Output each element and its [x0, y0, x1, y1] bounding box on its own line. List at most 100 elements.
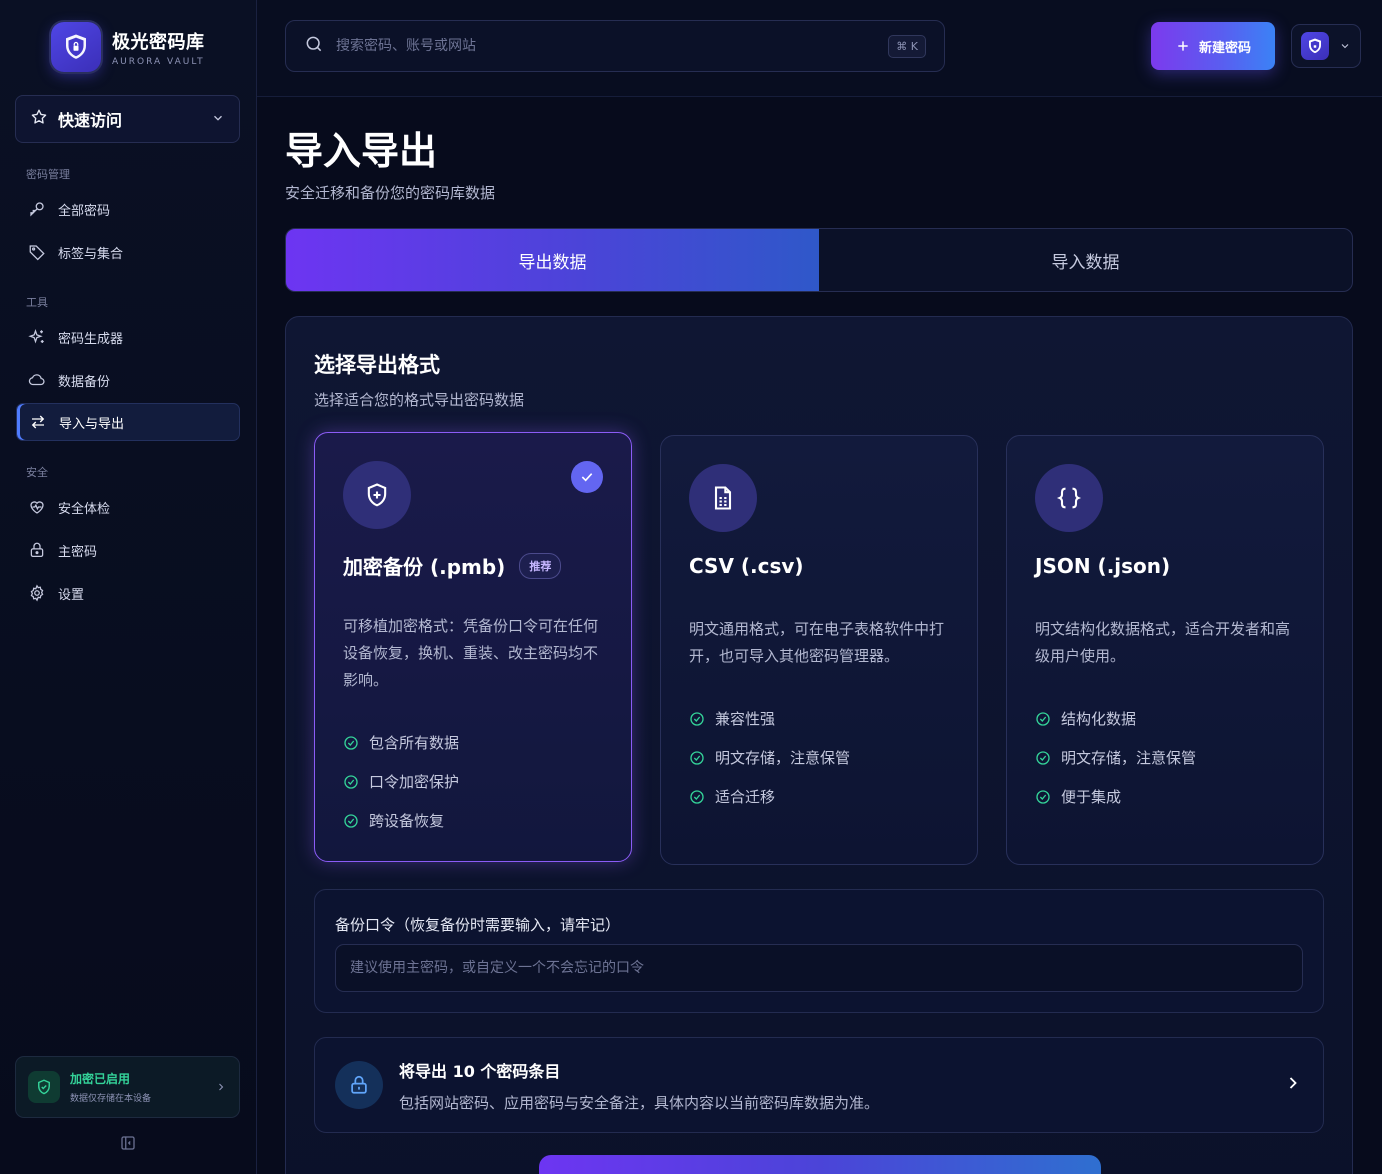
- feature-item: 包含所有数据: [343, 732, 459, 753]
- feature-label: 适合迁移: [715, 788, 776, 806]
- feature-item: 跨设备恢复: [343, 810, 444, 831]
- feature-item: 明文存储，注意保管: [1035, 747, 1196, 768]
- sidebar-item-tags[interactable]: 标签与集合: [16, 233, 240, 271]
- key-icon: [28, 200, 46, 218]
- star-icon: [30, 108, 48, 130]
- feature-label: 兼容性强: [715, 710, 776, 728]
- sidebar-item-label: 主密码: [58, 544, 98, 560]
- status-title: 加密已启用: [70, 1072, 131, 1086]
- export-summary-title: 将导出 10 个密码条目: [399, 1061, 561, 1081]
- sparkles-icon: [28, 328, 46, 346]
- feature-item: 明文存储，注意保管: [689, 747, 850, 768]
- export-panel: 选择导出格式 选择适合您的格式导出密码数据 加密备份 (.pmb) 推荐 可移植…: [285, 316, 1353, 1174]
- check-circle-icon: [1035, 750, 1051, 766]
- format-title-row: JSON (.json): [1035, 554, 1170, 578]
- feature-item: 兼容性强: [689, 708, 775, 729]
- export-button[interactable]: [539, 1155, 1101, 1174]
- encryption-status-card[interactable]: 加密已启用 数据仅存储在本设备: [15, 1056, 240, 1118]
- passphrase-input[interactable]: [335, 944, 1303, 992]
- feature-item: 口令加密保护: [343, 771, 459, 792]
- check-circle-icon: [1035, 789, 1051, 805]
- feature-label: 明文存储，注意保管: [1061, 749, 1197, 767]
- sidebar-item-label: 全部密码: [58, 203, 111, 219]
- sidebar-item-label: 安全体检: [58, 501, 111, 517]
- sidebar-item-health-check[interactable]: 安全体检: [16, 488, 240, 526]
- sidebar-item-import-export[interactable]: 导入与导出: [16, 403, 240, 441]
- sidebar-item-master-password[interactable]: 主密码: [16, 531, 240, 569]
- check-circle-icon: [343, 774, 359, 790]
- passphrase-section: 备份口令（恢复备份时需要输入，请牢记）: [314, 889, 1324, 1013]
- sidebar-item-label: 导入与导出: [59, 416, 125, 432]
- new-password-label: 新建密码: [1198, 39, 1251, 55]
- page-title: 导入导出: [285, 129, 438, 173]
- page-subtitle: 安全迁移和备份您的密码库数据: [285, 184, 496, 202]
- sidebar-item-backup[interactable]: 数据备份: [16, 361, 240, 399]
- braces-icon: [1035, 464, 1103, 532]
- brand-subtitle: AURORA VAULT: [112, 56, 205, 67]
- tab-bar: 导出数据 导入数据: [285, 228, 1353, 292]
- quick-access-label: 快速访问: [58, 111, 123, 130]
- arrows-swap-icon: [29, 413, 47, 431]
- chevron-right-icon: [215, 1078, 227, 1097]
- export-panel-subtitle: 选择适合您的格式导出密码数据: [314, 391, 525, 409]
- section-title-security: 安全: [26, 466, 48, 479]
- tag-icon: [28, 243, 46, 261]
- brand[interactable]: 极光密码库 AURORA VAULT: [51, 22, 205, 72]
- export-summary-row[interactable]: 将导出 10 个密码条目 包括网站密码、应用密码与安全备注，具体内容以当前密码库…: [314, 1037, 1324, 1133]
- format-card-pmb[interactable]: 加密备份 (.pmb) 推荐 可移植加密格式：凭备份口令可在任何设备恢复，换机、…: [314, 432, 632, 862]
- avatar: [1301, 32, 1329, 60]
- lock-icon: [28, 541, 46, 559]
- sidebar-item-label: 标签与集合: [58, 246, 124, 262]
- export-panel-title: 选择导出格式: [314, 353, 440, 377]
- passphrase-label: 备份口令（恢复备份时需要输入，请牢记）: [335, 916, 621, 934]
- feature-label: 跨设备恢复: [369, 812, 445, 830]
- feature-item: 便于集成: [1035, 786, 1121, 807]
- shield-check-icon: [28, 1071, 60, 1103]
- section-title-tools: 工具: [26, 296, 48, 309]
- section-title-password-mgmt: 密码管理: [26, 168, 70, 181]
- search-input[interactable]: [336, 38, 889, 54]
- sidebar-item-all-passwords[interactable]: 全部密码: [16, 190, 240, 228]
- check-circle-icon: [343, 735, 359, 751]
- lock-icon: [335, 1061, 383, 1109]
- tab-export[interactable]: 导出数据: [286, 229, 819, 291]
- sidebar-item-label: 数据备份: [58, 374, 111, 390]
- check-circle-icon: [689, 789, 705, 805]
- chevron-down-icon: [211, 110, 225, 129]
- spreadsheet-file-icon: [689, 464, 757, 532]
- format-card-csv[interactable]: CSV (.csv) 明文通用格式，可在电子表格软件中打开，也可导入其他密码管理…: [660, 435, 978, 865]
- sidebar-item-label: 设置: [58, 587, 85, 603]
- sidebar-item-label: 密码生成器: [58, 331, 124, 347]
- check-circle-icon: [1035, 711, 1051, 727]
- quick-access-dropdown[interactable]: 快速访问: [15, 95, 240, 143]
- tab-import[interactable]: 导入数据: [819, 229, 1352, 291]
- format-description: 明文通用格式，可在电子表格软件中打开，也可导入其他密码管理器。: [689, 620, 945, 665]
- check-circle-icon: [343, 813, 359, 829]
- plus-icon: [1178, 41, 1188, 51]
- new-password-button[interactable]: 新建密码: [1151, 22, 1275, 70]
- sidebar-item-generator[interactable]: 密码生成器: [16, 318, 240, 356]
- feature-label: 便于集成: [1061, 788, 1122, 806]
- feature-label: 明文存储，注意保管: [715, 749, 851, 767]
- format-description: 明文结构化数据格式，适合开发者和高级用户使用。: [1035, 620, 1291, 665]
- sidebar: 极光密码库 AURORA VAULT 快速访问 密码管理 全部密码 标签与集合 …: [0, 0, 257, 1174]
- sidebar-item-settings[interactable]: 设置: [16, 574, 240, 612]
- gear-icon: [28, 584, 46, 602]
- feature-item: 适合迁移: [689, 786, 775, 807]
- format-card-json[interactable]: JSON (.json) 明文结构化数据格式，适合开发者和高级用户使用。 结构化…: [1006, 435, 1324, 865]
- status-subtitle: 数据仅存储在本设备: [70, 1094, 152, 1104]
- search-shortcut-badge: ⌘ K: [888, 34, 926, 58]
- search-bar[interactable]: ⌘ K: [285, 20, 945, 72]
- format-title: JSON (.json): [1035, 554, 1171, 578]
- check-circle-icon: [689, 711, 705, 727]
- top-header: ⌘ K 新建密码: [257, 0, 1382, 97]
- feature-label: 结构化数据: [1061, 710, 1137, 728]
- format-title: CSV (.csv): [689, 554, 804, 578]
- feature-label: 包含所有数据: [369, 734, 460, 752]
- check-circle-icon: [689, 750, 705, 766]
- account-menu-button[interactable]: [1291, 24, 1361, 68]
- feature-label: 口令加密保护: [369, 773, 460, 791]
- export-summary-subtitle: 包括网站密码、应用密码与安全备注，具体内容以当前密码库数据为准。: [399, 1093, 880, 1112]
- collapse-sidebar-icon[interactable]: [119, 1134, 137, 1156]
- chevron-down-icon: [1339, 37, 1351, 56]
